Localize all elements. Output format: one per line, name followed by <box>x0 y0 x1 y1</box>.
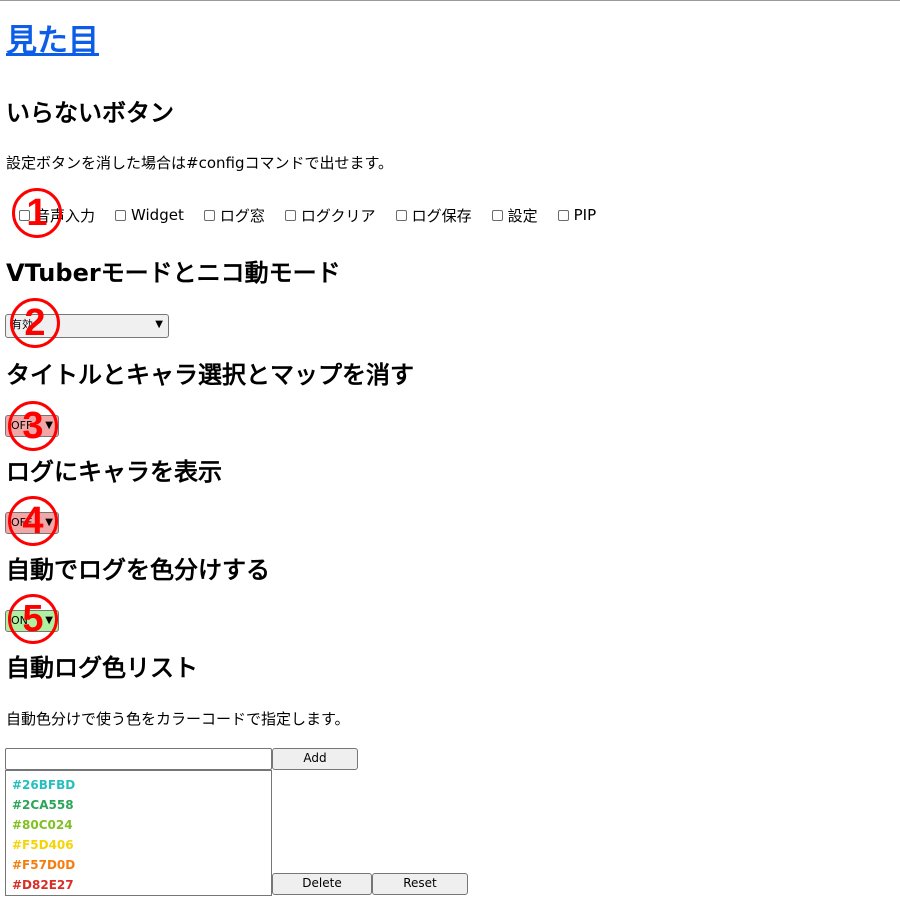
color-list-item[interactable]: #F57D0D <box>12 855 271 875</box>
color-list-description: 自動色分けで使う色をカラーコードで指定します。 <box>6 710 350 728</box>
add-color-button[interactable]: Add <box>272 748 358 770</box>
checkbox-box[interactable] <box>395 209 407 221</box>
annotation-circle-4: 4 <box>8 496 58 546</box>
hide-buttons-checkbox-row: 音声入力 Widget ログ窓 ログクリア ログ保存 設定 PIP <box>19 204 616 226</box>
checkbox-label: Widget <box>131 206 184 224</box>
checkbox-settings[interactable]: 設定 <box>491 205 538 226</box>
checkbox-box[interactable] <box>284 209 296 221</box>
reset-colors-button[interactable]: Reset <box>372 873 468 895</box>
section-title-log-chara: ログにキャラを表示 <box>6 458 222 486</box>
checkbox-label: ログクリア <box>300 206 376 225</box>
checkbox-box[interactable] <box>203 209 215 221</box>
checkbox-log-window[interactable]: ログ窓 <box>203 205 265 226</box>
color-list-item[interactable]: #D82E27 <box>12 875 271 895</box>
delete-color-button[interactable]: Delete <box>272 873 372 895</box>
section-title-hide-title: タイトルとキャラ選択とマップを消す <box>6 361 414 389</box>
checkbox-label: 設定 <box>507 206 538 225</box>
color-list-item[interactable]: #80C024 <box>12 815 271 835</box>
checkbox-log-clear[interactable]: ログクリア <box>284 205 376 226</box>
checkbox-box[interactable] <box>557 209 569 221</box>
section-title-mode: VTuberモードとニコ動モード <box>6 259 341 287</box>
chevron-down-icon: ▼ <box>155 319 163 330</box>
checkbox-label: ログ保存 <box>411 206 472 225</box>
section-title-buttons: いらないボタン <box>6 99 174 127</box>
color-list-item[interactable]: #F5D406 <box>12 835 271 855</box>
checkbox-box[interactable] <box>115 209 127 221</box>
color-list-item[interactable]: #26BFBD <box>12 775 271 795</box>
checkbox-widget[interactable]: Widget <box>115 206 184 224</box>
checkbox-box[interactable] <box>491 209 503 221</box>
annotation-circle-2: 2 <box>10 298 60 348</box>
buttons-description: 設定ボタンを消した場合は#configコマンドで出せます。 <box>6 154 393 172</box>
annotation-circle-5: 5 <box>8 594 58 644</box>
checkbox-label: ログ窓 <box>219 206 265 225</box>
checkbox-log-save[interactable]: ログ保存 <box>395 205 472 226</box>
top-divider <box>0 0 900 1</box>
checkbox-label: PIP <box>573 206 597 224</box>
annotation-circle-3: 3 <box>8 401 58 451</box>
color-listbox[interactable]: #26BFBD #2CA558 #80C024 #F5D406 #F57D0D … <box>5 770 272 896</box>
color-code-input[interactable] <box>5 748 272 770</box>
annotation-circle-1: 1 <box>12 188 62 238</box>
checkbox-pip[interactable]: PIP <box>557 206 597 224</box>
color-list-item[interactable]: #2CA558 <box>12 795 271 815</box>
section-title-color-list: 自動ログ色リスト <box>6 654 198 682</box>
page-heading-link[interactable]: 見た目 <box>6 22 99 60</box>
section-title-auto-color: 自動でログを色分けする <box>6 556 270 584</box>
